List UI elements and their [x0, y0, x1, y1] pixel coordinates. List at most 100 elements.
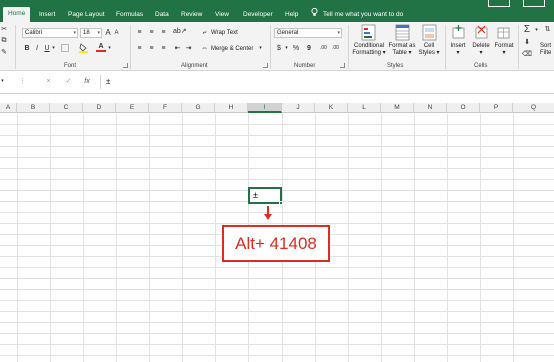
format-as-table-button[interactable]: Format as Table ▾ [387, 43, 417, 57]
tab-page-layout[interactable]: Page Layout [68, 8, 105, 22]
tab-insert[interactable]: Insert [39, 8, 55, 22]
gridline [447, 114, 448, 362]
delete-cells-icon[interactable] [474, 25, 488, 41]
alignment-dialog-launcher[interactable] [263, 63, 268, 68]
delete-cells-button[interactable]: Delete ▾ [470, 43, 492, 57]
decrease-indent-icon[interactable]: ⇤ [173, 44, 182, 53]
autosum-dropdown-icon[interactable]: ▾ [534, 26, 539, 35]
column-header[interactable]: E [116, 103, 149, 113]
format-as-table-icon[interactable] [394, 24, 410, 42]
column-header[interactable]: M [381, 103, 414, 113]
confirm-edit-button[interactable]: ✓ [64, 77, 73, 86]
column-header-row: A B C D E F G H I J K L M N O P Q [0, 103, 554, 113]
tab-formulas[interactable]: Formulas [116, 8, 143, 22]
clear-icon[interactable]: ⌫ [522, 50, 532, 59]
name-box-dropdown-icon[interactable]: ▾ [0, 77, 5, 86]
conditional-formatting-button[interactable]: Conditional Formatting ▾ [352, 43, 386, 57]
column-header[interactable]: C [50, 103, 83, 113]
accounting-format-button[interactable]: $ [275, 44, 283, 53]
tab-view[interactable]: View [215, 8, 229, 22]
underline-dropdown-icon[interactable]: ▾ [51, 44, 56, 53]
borders-icon[interactable] [60, 44, 70, 55]
column-header[interactable]: A [0, 103, 17, 113]
merge-center-icon[interactable]: ⇔ [200, 44, 209, 53]
column-header[interactable]: D [83, 103, 116, 113]
number-format-select[interactable]: General ▾ [274, 28, 342, 38]
tab-data[interactable]: Data [155, 8, 169, 22]
active-cell-value: ± [253, 190, 258, 200]
bold-button[interactable]: B [23, 44, 31, 53]
wrap-text-icon[interactable]: ⤶ [200, 28, 209, 37]
tell-me-search[interactable]: Tell me what you want to do [323, 8, 403, 22]
autosum-icon[interactable]: Σ [522, 25, 532, 35]
window-restore-button[interactable] [488, 0, 510, 7]
underline-button[interactable]: U [43, 44, 51, 53]
tab-home[interactable]: Home [3, 7, 31, 22]
column-header-selected[interactable]: I [248, 103, 282, 113]
formula-input[interactable]: ± [100, 75, 554, 89]
conditional-formatting-icon[interactable] [360, 24, 376, 42]
active-cell[interactable]: ± [248, 187, 283, 205]
formula-bar-resize-handle[interactable]: ⋮ [19, 77, 26, 86]
insert-function-button[interactable]: fx [82, 77, 92, 86]
insert-cells-button[interactable]: Insert ▾ [447, 43, 469, 57]
fill-icon[interactable]: ⬇ [522, 38, 532, 47]
sort-filter-icon[interactable]: ⇅ [541, 25, 554, 34]
italic-button[interactable]: I [33, 44, 41, 53]
tab-help[interactable]: Help [285, 8, 298, 22]
tab-review[interactable]: Review [181, 8, 202, 22]
font-color-button[interactable]: A [96, 42, 106, 52]
decrease-decimal-button[interactable]: .00 [330, 44, 341, 53]
percent-style-button[interactable]: % [292, 44, 300, 53]
font-color-dropdown-icon[interactable]: ▾ [107, 44, 112, 53]
shrink-font-button[interactable]: A [113, 29, 120, 38]
increase-decimal-button[interactable]: .00 [318, 44, 329, 53]
cut-icon[interactable]: ✂ [0, 25, 8, 34]
align-middle-icon[interactable]: ≡ [147, 28, 156, 37]
align-center-icon[interactable]: ≡ [147, 44, 156, 53]
align-left-icon[interactable]: ≡ [135, 44, 144, 53]
window-share-button[interactable] [523, 0, 545, 7]
format-cells-icon[interactable] [496, 25, 510, 41]
column-header[interactable]: K [315, 103, 348, 113]
align-right-icon[interactable]: ≡ [159, 44, 168, 53]
font-size-select[interactable]: 18 ▾ [80, 28, 102, 38]
cell-styles-button[interactable]: Cell Styles ▾ [416, 43, 442, 57]
number-group-label: Number [294, 63, 316, 69]
column-header[interactable]: Q [513, 103, 554, 113]
merge-center-button[interactable]: Merge & Center [211, 46, 253, 52]
align-bottom-icon[interactable]: ≡ [159, 28, 168, 37]
gridline [513, 114, 514, 362]
insert-cells-icon[interactable] [451, 25, 465, 41]
column-header[interactable]: P [480, 103, 513, 113]
column-header[interactable]: J [282, 103, 315, 113]
accounting-dropdown-icon[interactable]: ▾ [284, 44, 289, 53]
column-header[interactable]: F [149, 103, 182, 113]
tab-developer[interactable]: Developer [243, 8, 273, 22]
grow-font-button[interactable]: A [104, 28, 112, 37]
number-dialog-launcher[interactable] [340, 63, 345, 68]
merge-dropdown-icon[interactable]: ▾ [258, 44, 263, 53]
cancel-edit-button[interactable]: × [44, 77, 53, 86]
cell-styles-icon[interactable] [421, 24, 437, 42]
font-dialog-launcher[interactable] [123, 63, 128, 68]
comma-style-button[interactable]: 9 [305, 44, 313, 53]
font-name-select[interactable]: Calibri ▾ [22, 28, 78, 38]
copy-icon[interactable]: ⧉ [0, 36, 8, 45]
column-header[interactable]: B [17, 103, 50, 113]
fill-handle[interactable] [279, 201, 283, 205]
column-header[interactable]: G [182, 103, 215, 113]
column-header[interactable]: H [215, 103, 248, 113]
format-painter-icon[interactable]: ✎ [0, 48, 8, 57]
orientation-icon[interactable]: ab↗ [173, 27, 187, 36]
column-header[interactable]: L [348, 103, 381, 113]
format-cells-button[interactable]: Format ▾ [492, 43, 516, 57]
column-header[interactable]: O [447, 103, 480, 113]
fill-color-icon[interactable] [78, 43, 88, 56]
gridline [149, 114, 150, 362]
align-top-icon[interactable]: ≡ [135, 28, 144, 37]
wrap-text-button[interactable]: Wrap Text [211, 30, 238, 36]
increase-indent-icon[interactable]: ⇥ [184, 44, 193, 53]
column-header[interactable]: N [414, 103, 447, 113]
sort-filter-button[interactable]: Sort Filte [540, 43, 554, 57]
